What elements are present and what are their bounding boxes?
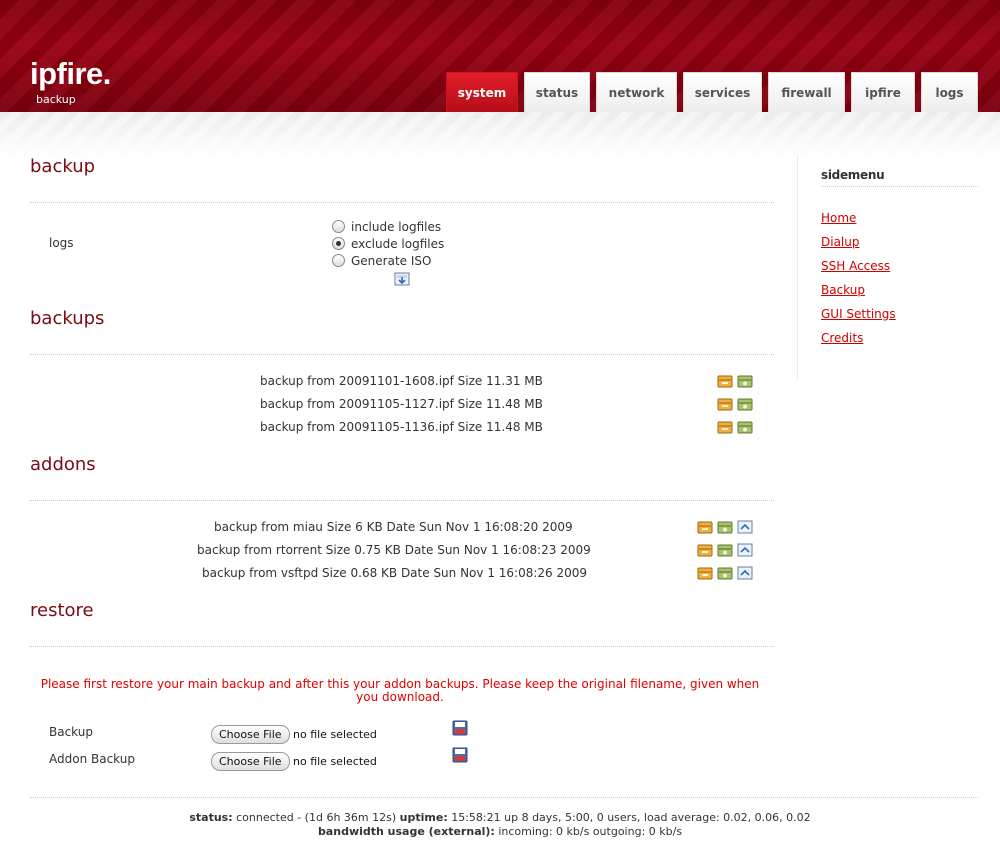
addon-row-text: backup from miau Size 6 KB Date Sun Nov … (214, 520, 573, 534)
choose-file-button[interactable]: Choose File (211, 752, 290, 771)
download-icon[interactable] (697, 565, 713, 581)
divider (30, 354, 774, 355)
tab-status[interactable]: status (524, 72, 590, 112)
sidebar-item-backup[interactable]: Backup (821, 283, 865, 297)
addon-file-label: Addon Backup (49, 752, 135, 766)
save-icon[interactable] (452, 747, 468, 763)
uptime-value: 15:58:21 up 8 days, 5:00, 0 users, load … (451, 811, 811, 824)
tab-services[interactable]: services (683, 72, 762, 112)
bandwidth-value: incoming: 0 kb/s outgoing: 0 kb/s (498, 825, 683, 838)
page-subtitle: backup (36, 93, 76, 106)
tab-logs[interactable]: logs (921, 72, 978, 112)
section-title-backups: backups (30, 308, 105, 329)
divider (30, 797, 978, 798)
section-title-restore: restore (30, 600, 94, 621)
download-icon[interactable] (697, 519, 713, 535)
sidebar-item-credits[interactable]: Credits (821, 331, 863, 345)
tab-network[interactable]: network (596, 72, 677, 112)
download-icon[interactable] (717, 419, 733, 435)
status-line: status: connected - (1d 6h 36m 12s) upti… (0, 811, 1000, 824)
tab-ipfire[interactable]: ipfire (851, 72, 915, 112)
status-label: status: (189, 811, 233, 824)
radio-button[interactable] (332, 237, 345, 250)
file-status: no file selected (293, 728, 377, 741)
download-icon[interactable] (717, 396, 733, 412)
delete-icon[interactable] (717, 565, 733, 581)
status-value: connected - (1d 6h 36m 12s) (236, 811, 397, 824)
backup-row-text: backup from 20091105-1127.ipf Size 11.48… (260, 397, 543, 411)
addon-row-text: backup from vsftpd Size 0.68 KB Date Sun… (202, 566, 588, 580)
tab-system[interactable]: system (446, 72, 518, 112)
radio-label: include logfiles (351, 219, 442, 234)
download-icon[interactable] (697, 542, 713, 558)
subheader-fade (0, 112, 1000, 157)
backup-file-label: Backup (49, 725, 93, 739)
radio-button[interactable] (332, 220, 345, 233)
radio-exclude-logfiles[interactable]: exclude logfiles (332, 235, 444, 252)
backup-row-text: backup from 20091101-1608.ipf Size 11.31… (260, 374, 543, 388)
file-status: no file selected (293, 755, 377, 768)
download-icon[interactable] (717, 373, 733, 389)
delete-icon[interactable] (737, 396, 753, 412)
sidemenu-title: sidemenu (821, 168, 885, 182)
section-title-backup: backup (30, 156, 96, 177)
delete-icon[interactable] (737, 373, 753, 389)
radio-generate-iso[interactable]: Generate ISO (332, 252, 431, 269)
restore-icon[interactable] (737, 519, 753, 535)
delete-icon[interactable] (737, 419, 753, 435)
sidebar-divider (797, 155, 798, 380)
create-backup-icon[interactable] (394, 271, 410, 287)
delete-icon[interactable] (717, 542, 733, 558)
sidebar-item-gui-settings[interactable]: GUI Settings (821, 307, 896, 321)
choose-file-button[interactable]: Choose File (211, 725, 290, 744)
save-icon[interactable] (452, 720, 468, 736)
uptime-label: uptime: (399, 811, 448, 824)
tab-firewall[interactable]: firewall (768, 72, 845, 112)
divider (821, 186, 978, 187)
addon-row-text: backup from rtorrent Size 0.75 KB Date S… (197, 543, 591, 557)
restore-icon[interactable] (737, 565, 753, 581)
restore-warning: Please first restore your main backup an… (40, 677, 760, 704)
backup-row-text: backup from 20091105-1136.ipf Size 11.48… (260, 420, 543, 434)
restore-icon[interactable] (737, 542, 753, 558)
radio-label: Generate ISO (351, 253, 432, 268)
delete-icon[interactable] (717, 519, 733, 535)
sidebar-item-ssh-access[interactable]: SSH Access (821, 259, 890, 273)
radio-label: exclude logfiles (351, 236, 445, 251)
bandwidth-label: bandwidth usage (external): (317, 825, 495, 838)
logs-label: logs (49, 236, 74, 250)
bandwidth-line: bandwidth usage (external): incoming: 0 … (0, 825, 1000, 838)
sidebar-item-home[interactable]: Home (821, 211, 856, 225)
divider (30, 500, 774, 501)
divider (30, 646, 774, 647)
divider (30, 202, 774, 203)
sidebar-item-dialup[interactable]: Dialup (821, 235, 859, 249)
section-title-addons: addons (30, 454, 96, 475)
logo: ipfire. (30, 56, 111, 91)
radio-include-logfiles[interactable]: include logfiles (332, 218, 441, 235)
radio-button[interactable] (332, 254, 345, 267)
